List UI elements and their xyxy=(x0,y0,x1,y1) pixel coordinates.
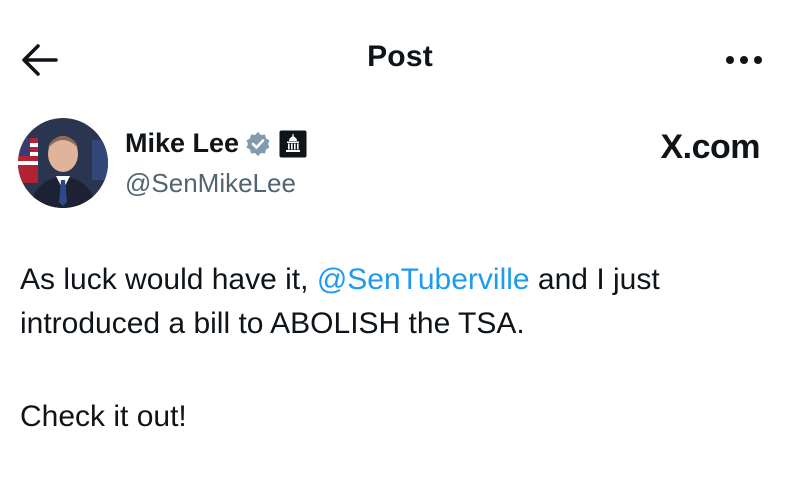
government-building-icon xyxy=(279,130,307,158)
author-handle[interactable]: @SenMikeLee xyxy=(125,168,296,199)
mention-link[interactable]: @SenTuberville xyxy=(317,263,530,296)
avatar[interactable] xyxy=(18,118,108,208)
post-page: Post Mike Lee @SenMikeLee X.com As luck … xyxy=(0,0,800,487)
tweet-text: As luck would have it, @SenTuberville an… xyxy=(20,258,780,346)
more-options-icon[interactable] xyxy=(722,48,766,72)
author-name: Mike Lee xyxy=(125,128,240,158)
brand-label: X.com xyxy=(660,128,760,166)
author-name-row[interactable]: Mike Lee xyxy=(125,128,307,159)
tweet-text-before: As luck would have it, xyxy=(20,263,317,296)
tweet-second-paragraph: Check it out! xyxy=(20,400,187,433)
verified-badge-icon xyxy=(245,131,271,157)
page-title: Post xyxy=(367,40,433,73)
